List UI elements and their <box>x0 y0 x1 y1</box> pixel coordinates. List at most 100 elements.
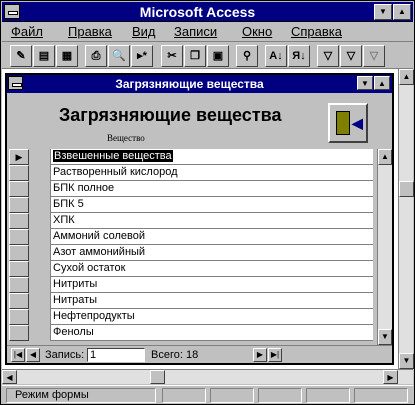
row-spacer <box>29 261 51 277</box>
substance-field[interactable]: Аммоний солевой <box>51 229 373 245</box>
table-row[interactable]: БПК 5 <box>7 197 377 213</box>
record-selector[interactable] <box>9 229 29 245</box>
toolbar: ✎ ▤ ▦ ⎙ 🔍 ▸* ✂ ❐ ▣ ⚲ A↓ Я↓ ▽ ▽ ▽ <box>2 41 413 69</box>
record-number-input[interactable]: 1 <box>87 348 145 362</box>
substance-field[interactable]: Фенолы <box>51 325 373 341</box>
form-window: Загрязняющие вещества ▼ ▲ Загрязняющие в… <box>5 73 394 365</box>
form-window-title: Загрязняющие вещества <box>115 77 264 91</box>
substance-field[interactable]: ХПК <box>51 213 373 229</box>
record-label: Запись: <box>45 349 85 361</box>
first-record-icon[interactable]: |◀ <box>11 348 25 362</box>
substance-value: Взвешенные вещества <box>53 150 173 162</box>
table-row[interactable]: Фенолы <box>7 325 377 341</box>
menu-edit[interactable]: Правка <box>68 24 112 39</box>
substance-field[interactable]: БПК 5 <box>51 197 373 213</box>
record-selector[interactable] <box>9 261 29 277</box>
last-record-icon[interactable]: ▶| <box>268 348 282 362</box>
record-selector[interactable] <box>9 197 29 213</box>
substance-value: БПК полное <box>53 182 115 194</box>
menu-records[interactable]: Записи <box>174 24 217 39</box>
record-selector[interactable] <box>9 293 29 309</box>
menu-window[interactable]: Окно <box>242 24 272 39</box>
row-spacer <box>29 213 51 229</box>
form-heading: Загрязняющие вещества <box>59 105 282 125</box>
form-scroll-up-icon[interactable]: ▲ <box>378 149 392 165</box>
system-menu-icon[interactable] <box>4 4 20 19</box>
record-selector[interactable] <box>9 245 29 261</box>
form-title-bar[interactable]: Загрязняющие вещества ▼ ▲ <box>7 75 392 93</box>
new-record-icon[interactable]: ▸* <box>131 45 153 67</box>
form-minimize-icon[interactable]: ▼ <box>357 76 373 90</box>
hscroll-thumb[interactable] <box>150 370 165 384</box>
print-icon[interactable]: ⎙ <box>85 45 107 67</box>
table-row[interactable]: Азот аммонийный <box>7 245 377 261</box>
record-selector[interactable] <box>9 181 29 197</box>
previous-record-icon[interactable]: ◀ <box>26 348 40 362</box>
record-total: Всего: 18 <box>151 349 199 361</box>
substance-field[interactable]: Взвешенные вещества <box>51 149 373 165</box>
substance-field[interactable]: Нитраты <box>51 293 373 309</box>
table-row[interactable]: Нитриты <box>7 277 377 293</box>
design-view-icon[interactable]: ✎ <box>10 45 32 67</box>
form-vertical-scrollbar[interactable]: ▲ ▼ <box>377 149 392 345</box>
record-selector[interactable] <box>9 213 29 229</box>
find-icon[interactable]: ⚲ <box>236 45 258 67</box>
row-spacer <box>29 309 51 325</box>
sort-descending-icon[interactable]: Я↓ <box>288 45 310 67</box>
menu-help[interactable]: Справка <box>291 24 342 39</box>
apply-filter-icon[interactable]: ▽ <box>363 45 385 67</box>
menu-file[interactable]: Файл <box>11 24 43 39</box>
cut-icon[interactable]: ✂ <box>161 45 183 67</box>
table-row[interactable]: Растворенный кислород <box>7 165 377 181</box>
form-view-icon[interactable]: ▤ <box>33 45 55 67</box>
row-spacer <box>29 149 51 165</box>
record-selector[interactable] <box>9 277 29 293</box>
record-selector[interactable] <box>9 165 29 181</box>
menu-view[interactable]: Вид <box>132 24 156 39</box>
filter-by-form-icon[interactable]: ▽ <box>340 45 362 67</box>
form-system-menu-icon[interactable] <box>8 76 23 90</box>
table-row[interactable]: Аммоний солевой <box>7 229 377 245</box>
scroll-up-icon[interactable]: ▲ <box>399 69 414 85</box>
next-record-icon[interactable]: ▶ <box>253 348 267 362</box>
datasheet-view-icon[interactable]: ▦ <box>56 45 78 67</box>
table-row[interactable]: Нитраты <box>7 293 377 309</box>
substance-field[interactable]: Нефтепродукты <box>51 309 373 325</box>
minimize-icon[interactable]: ▼ <box>374 4 392 20</box>
record-selector[interactable] <box>9 309 29 325</box>
scroll-down-icon[interactable]: ▼ <box>399 353 414 369</box>
print-preview-icon[interactable]: 🔍 <box>108 45 130 67</box>
record-selector[interactable] <box>9 325 29 341</box>
app-horizontal-scrollbar[interactable]: ◀ ▶ <box>2 369 413 384</box>
table-row[interactable]: ▶ Взвешенные вещества <box>7 149 377 165</box>
field-caption: Вещество <box>107 133 145 143</box>
form-detail: ▶ Взвешенные вещества Растворенный кислоро… <box>7 149 377 345</box>
form-maximize-icon[interactable]: ▲ <box>374 76 390 90</box>
scroll-thumb[interactable] <box>399 181 414 197</box>
paste-icon[interactable]: ▣ <box>207 45 229 67</box>
row-spacer <box>29 293 51 309</box>
access-window: Microsoft Access ▼ ▲ Файл Правка Вид Зап… <box>0 0 415 405</box>
table-row[interactable]: БПК полное <box>7 181 377 197</box>
exit-button[interactable]: ◀ <box>328 103 368 143</box>
table-row[interactable]: Нефтепродукты <box>7 309 377 325</box>
maximize-icon[interactable]: ▲ <box>393 4 411 20</box>
substance-value: Нефтепродукты <box>53 310 135 322</box>
substance-field[interactable]: Сухой остаток <box>51 261 373 277</box>
substance-field[interactable]: Нитриты <box>51 277 373 293</box>
table-row[interactable]: Сухой остаток <box>7 261 377 277</box>
current-record-icon[interactable]: ▶ <box>9 149 29 165</box>
scroll-right-icon[interactable]: ▶ <box>383 370 398 384</box>
app-vertical-scrollbar[interactable]: ▲ ▼ <box>398 69 414 369</box>
app-title-bar[interactable]: Microsoft Access ▼ ▲ <box>2 2 413 22</box>
filter-by-selection-icon[interactable]: ▽ <box>317 45 339 67</box>
sort-ascending-icon[interactable]: A↓ <box>265 45 287 67</box>
form-scroll-down-icon[interactable]: ▼ <box>378 329 392 345</box>
copy-icon[interactable]: ❐ <box>184 45 206 67</box>
substance-field[interactable]: Растворенный кислород <box>51 165 373 181</box>
status-cell <box>354 388 408 403</box>
substance-field[interactable]: БПК полное <box>51 181 373 197</box>
scroll-left-icon[interactable]: ◀ <box>2 370 17 384</box>
table-row[interactable]: ХПК <box>7 213 377 229</box>
substance-field[interactable]: Азот аммонийный <box>51 245 373 261</box>
